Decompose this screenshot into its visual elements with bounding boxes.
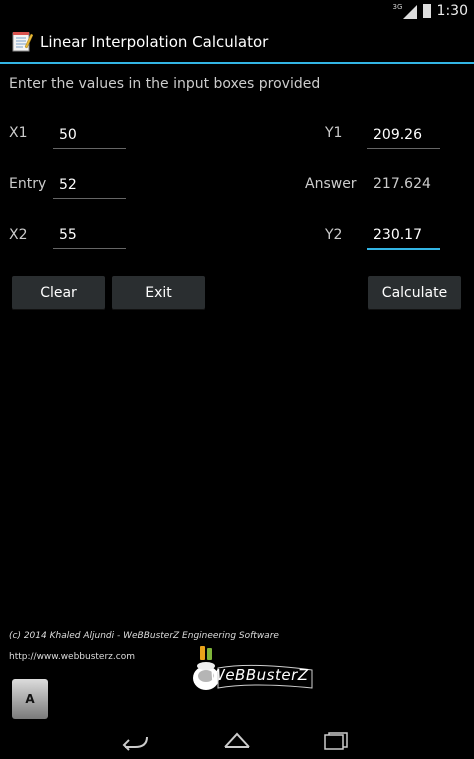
status-icons: 3G 1:30 (393, 2, 468, 20)
exit-button[interactable]: Exit (112, 276, 205, 310)
home-icon[interactable] (222, 729, 252, 751)
back-icon[interactable] (121, 729, 151, 751)
signal-icon: 3G (393, 3, 417, 19)
copyright-text: (c) 2014 Khaled Aljundi - WeBBusterZ Eng… (9, 631, 279, 641)
clear-button[interactable]: Clear (12, 276, 105, 310)
x1-input[interactable] (53, 124, 126, 146)
y2-input[interactable] (367, 224, 440, 246)
a-button[interactable]: A (12, 679, 48, 719)
y2-field-wrapper (367, 224, 440, 250)
x1-label: X1 (9, 125, 28, 141)
entry-input[interactable] (53, 174, 126, 196)
answer-label: Answer (305, 176, 357, 192)
app-title: Linear Interpolation Calculator (40, 33, 269, 51)
answer-value: 217.624 (373, 176, 431, 192)
x2-label: X2 (9, 227, 28, 243)
network-type: 3G (392, 3, 403, 11)
x2-input[interactable] (53, 224, 126, 246)
y2-label: Y2 (325, 227, 343, 243)
notepad-icon (12, 32, 33, 52)
y1-label: Y1 (325, 125, 343, 141)
instructions-text: Enter the values in the input boxes prov… (9, 76, 321, 92)
action-bar: Linear Interpolation Calculator (0, 22, 474, 64)
calculate-button[interactable]: Calculate (368, 276, 461, 310)
x1-field-wrapper (53, 124, 126, 149)
entry-label: Entry (9, 176, 47, 192)
x2-field-wrapper (53, 224, 126, 249)
status-time: 1:30 (436, 3, 468, 19)
recent-apps-icon[interactable] (322, 729, 352, 751)
navigation-bar (0, 719, 474, 759)
status-bar: 3G 1:30 (0, 0, 474, 22)
screen: 3G 1:30 Linear Interpolation Calculator … (0, 0, 474, 759)
y1-field-wrapper (367, 124, 440, 149)
battery-icon (422, 4, 431, 18)
website-link[interactable]: http://www.webbusterz.com (9, 652, 135, 662)
entry-field-wrapper (53, 174, 126, 199)
webbusterz-logo: WeBBusterZ (192, 644, 316, 692)
logo-text: WeBBusterZ (210, 666, 309, 684)
y1-input[interactable] (367, 124, 440, 146)
